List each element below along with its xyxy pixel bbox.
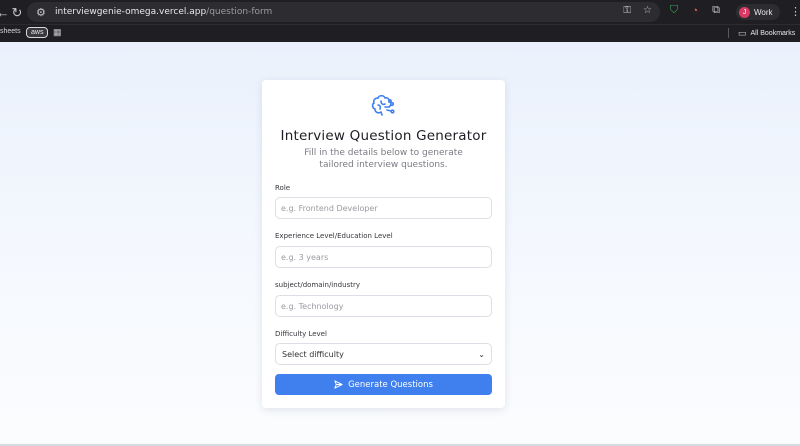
address-bar[interactable]: ⚙ interviewgenie-omega.vercel.app/questi…: [27, 2, 660, 22]
bookmark-aws[interactable]: aws: [26, 27, 49, 38]
reload-icon[interactable]: ↻: [8, 5, 26, 21]
generate-button-label: Generate Questions: [348, 379, 433, 390]
all-bookmarks-button[interactable]: ▭ All Bookmarks: [738, 28, 795, 39]
all-bookmarks-label: All Bookmarks: [750, 30, 796, 37]
url-text[interactable]: interviewgenie-omega.vercel.app/question…: [55, 7, 272, 17]
chevron-down-icon: ⌄: [478, 349, 485, 359]
folder-icon: ▭: [738, 28, 747, 38]
page-background: Interview Question Generator Fill in the…: [0, 42, 800, 446]
extensions-puzzle-icon[interactable]: ⧉: [710, 4, 722, 17]
url-host: interviewgenie-omega.vercel.app: [55, 7, 207, 17]
generate-questions-button[interactable]: Generate Questions: [275, 374, 492, 395]
profile-name: Work: [754, 7, 773, 17]
send-icon: [334, 380, 343, 389]
question-form-card: Interview Question Generator Fill in the…: [262, 80, 505, 408]
address-bar-actions: ⚿ ☆: [623, 5, 652, 16]
avatar: J: [739, 6, 750, 18]
experience-input[interactable]: [275, 246, 492, 268]
shield-extension-icon[interactable]: ⛉: [668, 4, 680, 17]
rss-icon[interactable]: ◔: [689, 5, 701, 17]
difficulty-selected-value: Select difficulty: [282, 349, 344, 359]
site-settings-icon[interactable]: ⚙: [36, 6, 50, 19]
difficulty-select[interactable]: Select difficulty ⌄: [275, 343, 492, 365]
browser-toolbar: ← ↻ ⚙ interviewgenie-omega.vercel.app/qu…: [0, 0, 800, 24]
apps-grid-icon[interactable]: ▦: [53, 27, 62, 38]
profile-button[interactable]: J Work: [736, 4, 780, 20]
difficulty-label: Difficulty Level: [275, 330, 327, 338]
star-icon[interactable]: ☆: [643, 5, 652, 16]
page-subtitle: Fill in the details below to generate ta…: [304, 148, 463, 170]
role-label: Role: [275, 184, 291, 192]
bookmarks-bar: sheets aws ▦ ▭ All Bookmarks: [0, 24, 800, 42]
key-icon[interactable]: ⚿: [623, 5, 631, 16]
kebab-menu-icon[interactable]: ⋮: [790, 5, 800, 18]
brain-icon: [371, 94, 395, 116]
role-input[interactable]: [275, 197, 492, 219]
bookmark-sheets[interactable]: sheets: [0, 28, 21, 35]
extension-icons: ⛉ ◔ ⧉: [668, 4, 722, 17]
bookmarks-divider: [728, 28, 729, 38]
url-path: /question-form: [206, 7, 273, 17]
page-title: Interview Question Generator: [280, 128, 487, 144]
subject-label: subject/domain/industry: [275, 281, 360, 289]
experience-label: Experience Level/Education Level: [275, 232, 393, 240]
subject-input[interactable]: [275, 295, 492, 317]
